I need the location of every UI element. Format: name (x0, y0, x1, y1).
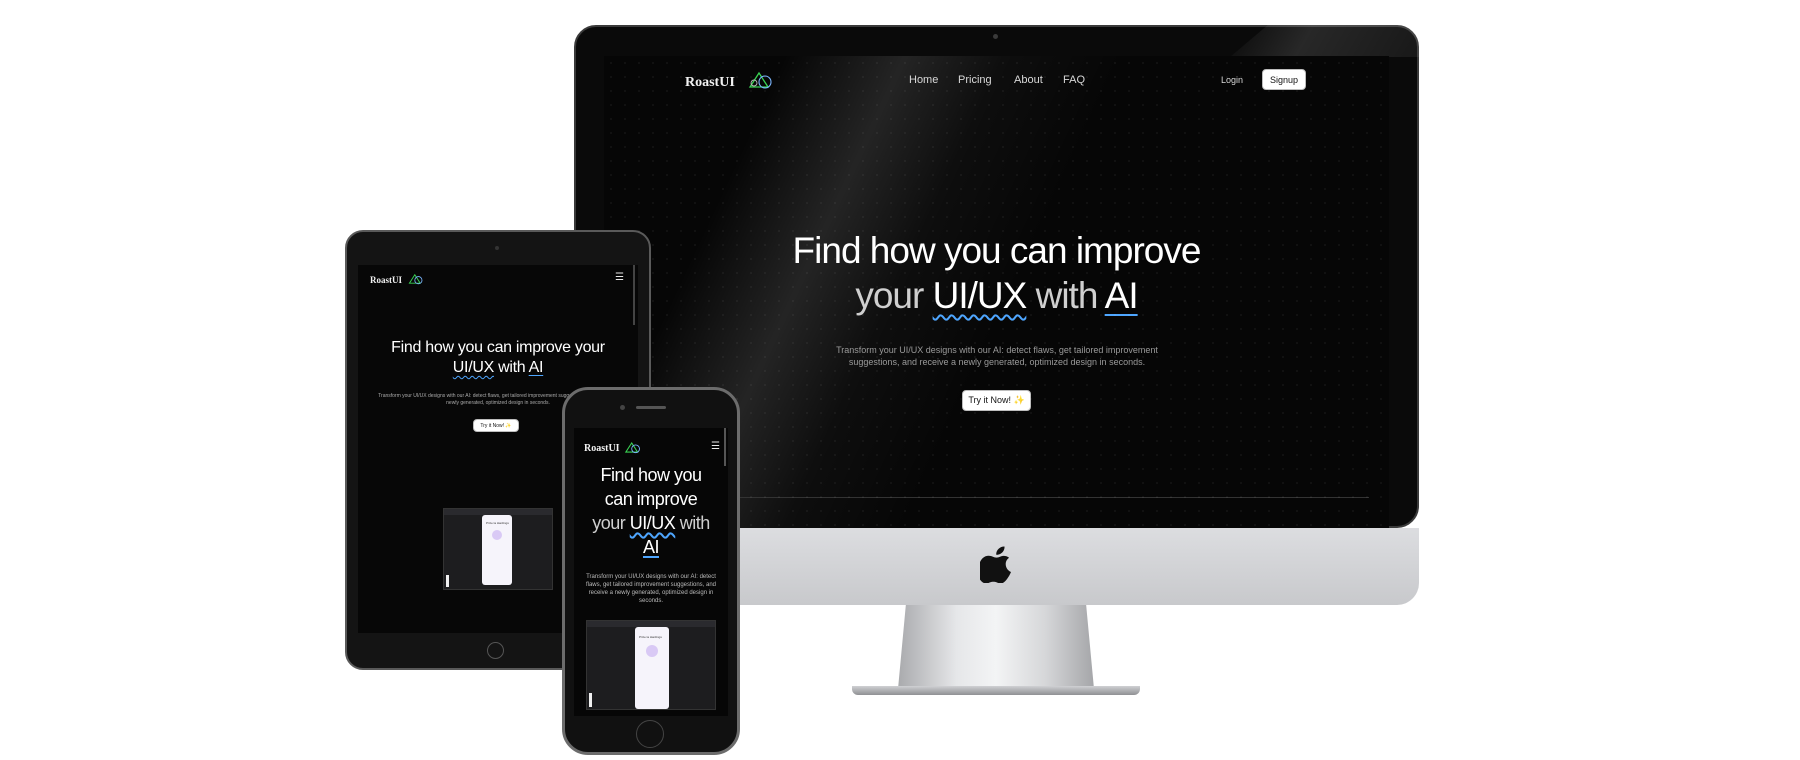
iphone-speaker (636, 406, 666, 409)
phone-app-preview: Prize la Hardings (586, 620, 716, 710)
tablet-highlight-ai: AI (528, 359, 544, 376)
tablet-scrollbar[interactable] (633, 265, 635, 325)
tablet-hero-line-1: Find how you can improve your (391, 339, 605, 356)
imac-stand-base (852, 686, 1140, 695)
logo-mark-icon (748, 71, 772, 89)
hero-subtitle: Transform your UI/UX designs with our AI… (836, 345, 1158, 367)
phone-logo-mark-icon (624, 441, 640, 454)
tablet-logo-mark-icon (408, 273, 423, 285)
phone-hero-line-2: can improve (604, 489, 698, 509)
phone-hero-line-1: Find how you (600, 465, 702, 485)
imac-stand (898, 605, 1094, 689)
phone-hero-heading: Find how you can improve your UI/UX with… (574, 463, 728, 559)
phone-brand[interactable]: RoastUI (584, 443, 620, 454)
tablet-brand[interactable]: RoastUI (370, 275, 402, 285)
nav-home[interactable]: Home (909, 74, 938, 86)
tablet-hero-heading: Find how you can improve your UI/UX with… (358, 338, 638, 378)
try-it-now-button[interactable]: Try it Now! ✨ (962, 390, 1031, 411)
phone-subtitle: Transform your UI/UX designs with our AI… (585, 574, 717, 604)
ipad-camera (495, 246, 499, 250)
hamburger-menu-icon[interactable]: ☰ (615, 272, 624, 283)
brand-logo-text[interactable]: RoastUI (685, 75, 735, 91)
hero-line-1: Find how you can improve (792, 230, 1202, 271)
tablet-mini-title: Prize la Hardings (486, 521, 509, 525)
imac-camera (993, 34, 998, 39)
phone-word-with: with (679, 513, 711, 533)
apple-logo-icon (980, 546, 1011, 583)
signup-button[interactable]: Signup (1262, 69, 1306, 90)
phone-highlight-ai: AI (642, 537, 660, 557)
nav-pricing[interactable]: Pricing (958, 74, 992, 86)
ipad-home-button (487, 642, 504, 659)
hero-word-your: your (855, 275, 924, 316)
hero-word-with: with (1035, 275, 1099, 316)
phone-word-your: your (592, 513, 626, 533)
hero-heading: Find how you can improve your UI/UX with… (604, 228, 1389, 318)
tablet-word-with: with (498, 359, 526, 376)
tablet-app-preview: Prize la Hardings (443, 508, 553, 590)
tablet-highlight-uiux: UI/UX (452, 359, 494, 376)
hero-highlight-uiux: UI/UX (932, 275, 1028, 316)
phone-scrollbar[interactable] (724, 428, 726, 466)
hero-highlight-ai: AI (1104, 275, 1139, 316)
iphone-home-button (636, 720, 664, 748)
phone-highlight-uiux: UI/UX (629, 513, 676, 533)
phone-mini-title: Prize la Hardings (639, 635, 662, 639)
tablet-try-button[interactable]: Try it Now! ✨ (473, 419, 519, 432)
nav-faq[interactable]: FAQ (1063, 74, 1085, 86)
phone-hamburger-menu-icon[interactable]: ☰ (711, 441, 720, 452)
iphone-screen: RoastUI ☰ Find how you can improve your … (574, 428, 728, 716)
nav-about[interactable]: About (1014, 74, 1043, 86)
iphone-camera (620, 405, 625, 410)
login-link[interactable]: Login (1221, 75, 1243, 85)
